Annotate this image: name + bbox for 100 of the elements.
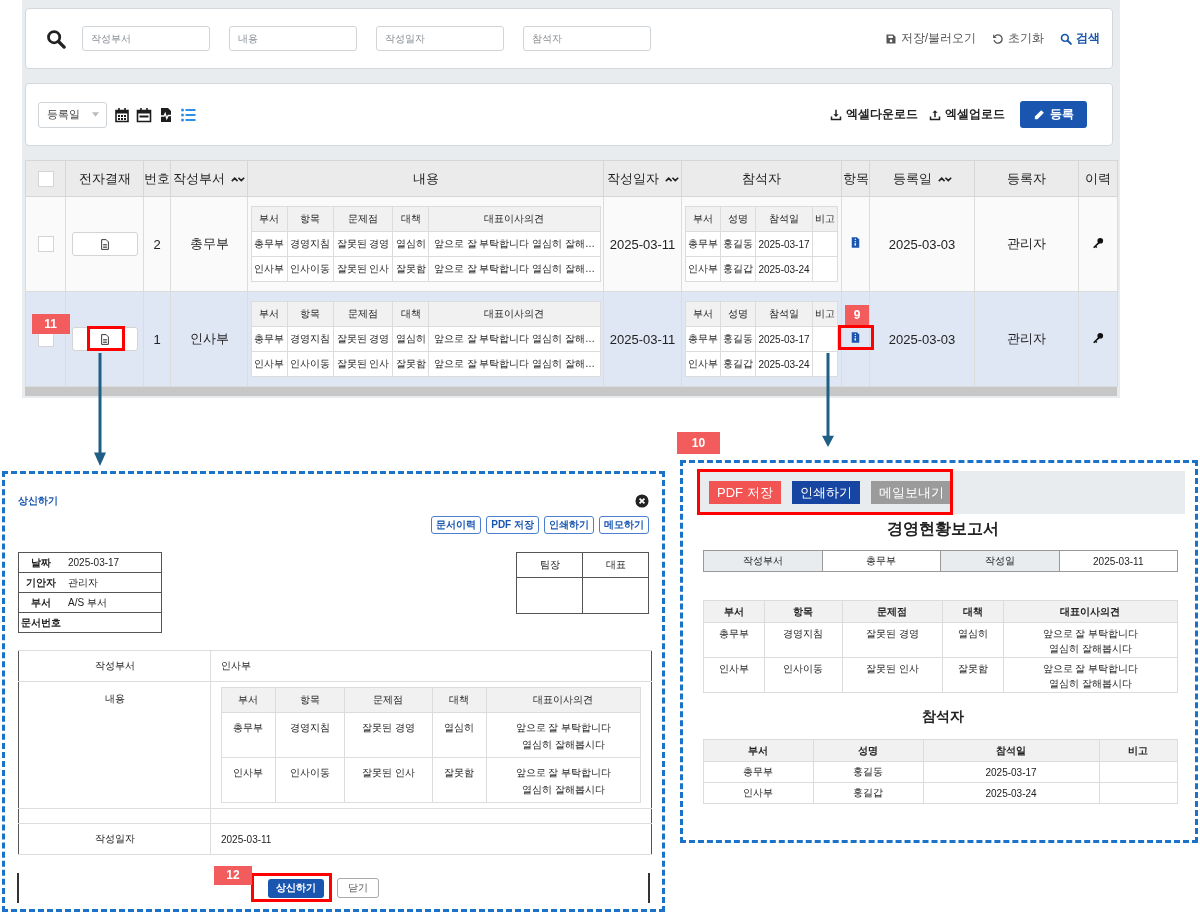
key-icon[interactable] — [1092, 236, 1104, 249]
column-header: 부서 — [251, 301, 288, 327]
date-filter-select[interactable]: 등록일 — [38, 101, 107, 128]
table-cell: 총무부 — [703, 761, 814, 783]
dialog-button[interactable]: 메모하기 — [599, 516, 649, 534]
callout-badge: 10 — [677, 432, 720, 454]
table-cell: 1 — [143, 291, 171, 387]
table-cell: 총무부 — [685, 231, 721, 257]
table-cell: 잘못함 — [942, 657, 1004, 693]
table-cell: 인사이동 — [764, 657, 843, 693]
dialog-button[interactable]: 인쇄하기 — [544, 516, 594, 534]
register-button[interactable]: 등록 — [1020, 101, 1087, 128]
file-icon[interactable] — [851, 331, 860, 344]
column-header: 내용 — [247, 160, 604, 197]
excel-download-button[interactable]: 엑셀다운로드 — [830, 107, 918, 122]
column-header: 대책 — [432, 687, 487, 713]
search-field[interactable]: 참석자 — [523, 26, 651, 51]
column-header: 부서 — [685, 301, 721, 327]
column-header: 번호 — [143, 160, 171, 197]
column-header: 부서 — [251, 206, 288, 232]
table-cell: 총무부 — [251, 231, 288, 257]
table-cell: 앞으로 잘 부탁합니다 열심히 잘해… — [428, 256, 600, 282]
column-header: 참석일 — [923, 739, 1100, 762]
callout-badge: 9 — [845, 305, 869, 325]
key-icon[interactable] — [1092, 331, 1104, 344]
column-header: 대책 — [942, 600, 1004, 623]
field-value: A/S 부서 — [62, 592, 162, 613]
table-cell: 앞으로 잘 부탁합니다 열심히 잘해봅시다 — [486, 757, 641, 803]
table-cell: 인사부 — [703, 657, 765, 693]
table-cell: 잘못된 인사 — [344, 757, 433, 803]
reset-icon — [992, 32, 1004, 45]
search-field[interactable]: 내용 — [229, 26, 357, 51]
calendar-icon[interactable] — [114, 106, 130, 123]
header-checkbox[interactable] — [37, 170, 54, 187]
table-cell: 앞으로 잘 부탁합니다 열심히 잘해… — [428, 326, 600, 352]
caret-icon — [92, 112, 99, 117]
dialog-button[interactable]: PDF 저장 — [486, 516, 539, 534]
sort-icon[interactable] — [231, 175, 245, 184]
section-title: 참석자 — [920, 708, 965, 726]
table-cell: 2025-03-11 — [603, 196, 682, 292]
table-row[interactable]: 2 총무부 부서 항목 문제점 대책 대표이사의견 총무부 경영지침 잘못된 경영 열심히 앞으로 잘 부탁합니다 열심히 잘해… 인사부 인사이동 잘못된 인사 잘못함 앞으로 잘 부탁합니다 열심히 잘해… 2025-03-11 부서 성명 참석일 비고 총무부 홍길동 2025-03-17 인사부 홍길갑 2025-03-24 2025-03-03 관리자 — [25, 196, 1118, 292]
file-icon[interactable] — [851, 236, 860, 249]
search-icon[interactable] — [46, 28, 66, 49]
highlight-frame — [838, 325, 874, 350]
column-header: 참석일 — [755, 206, 813, 232]
table-cell: 인사부 — [221, 757, 276, 803]
table-cell: 총무부 — [221, 712, 276, 758]
table-cell: 경영지침 — [275, 712, 345, 758]
column-header: 항목 — [287, 301, 334, 327]
file-chart-icon[interactable] — [158, 106, 174, 123]
excel-upload-button[interactable]: 엑셀업로드 — [929, 107, 1005, 122]
column-header: 대표이사의견 — [428, 301, 600, 327]
close-button[interactable]: 닫기 — [337, 878, 379, 898]
field-value: 2025-03-17 — [62, 552, 162, 573]
search-button[interactable]: 검색 — [1060, 30, 1100, 47]
table-cell: 2025-03-03 — [869, 196, 975, 292]
field-value: 총무부 — [822, 550, 941, 572]
search-field[interactable]: 작성부서 — [82, 26, 210, 51]
column-header: 성명 — [720, 301, 756, 327]
dialog-button[interactable]: 문서이력 — [431, 516, 482, 534]
column-header: 비고 — [812, 206, 838, 232]
pencil-icon — [1033, 108, 1045, 121]
column-header: 부서 — [703, 739, 814, 762]
reset-button[interactable]: 초기화 — [992, 30, 1044, 47]
sort-icon[interactable] — [664, 175, 679, 184]
select-value: 등록일 — [47, 107, 80, 122]
table-cell: 2 — [143, 196, 171, 292]
column-header: 부서 — [703, 600, 765, 623]
submit-button[interactable]: 상신하기 — [268, 878, 324, 898]
field-label: 문서번호 — [18, 612, 62, 633]
column-header: 참석자 — [681, 160, 842, 197]
column-header: 팀장 — [516, 552, 583, 578]
horizontal-scrollbar[interactable] — [25, 387, 1117, 396]
callout-badge: 11 — [31, 314, 70, 334]
download-icon — [830, 108, 842, 121]
sort-icon[interactable] — [937, 175, 952, 184]
save-load-button[interactable]: 저장/불러오기 — [884, 30, 976, 47]
column-header: 항목 — [275, 687, 345, 713]
field-label: 날짜 — [18, 552, 62, 573]
column-header[interactable]: 등록일 — [892, 170, 932, 186]
calendar-week-icon[interactable] — [136, 106, 152, 123]
print-button[interactable]: 인쇄하기 — [791, 481, 860, 504]
close-icon[interactable] — [635, 494, 649, 508]
signature-cell[interactable] — [516, 577, 583, 614]
column-header: 항목 — [764, 600, 843, 623]
table-cell: 인사부 — [251, 351, 288, 377]
search-icon — [1060, 32, 1072, 45]
table-cell: 관리자 — [974, 196, 1079, 292]
table-cell: 인사부 — [703, 782, 814, 804]
signature-cell[interactable] — [582, 577, 649, 614]
table-cell: 인사부 — [685, 256, 721, 282]
list-icon[interactable] — [180, 106, 196, 123]
column-header: 문제점 — [842, 600, 943, 623]
table-row[interactable]: 11 1 인사부 부서 항목 문제점 대책 대표이사의견 총무부 경영지침 잘못된 경영 열심히 앞으로 잘 부탁합니다 열심히 잘해… 인사부 인사이동 잘못된 인사 잘못함 앞으로 잘 부탁합니다 열심히 잘해… 2025-03-11 부서 성명 참석일 비고 총무부 홍길동 2025-03-17 인사부 홍길갑 2025-03-24 9 2025-03-03 관리자 — [25, 291, 1118, 387]
row-checkbox[interactable] — [37, 236, 54, 253]
document-icon — [98, 237, 111, 251]
approval-button[interactable] — [71, 232, 138, 256]
search-field[interactable]: 작성일자 — [376, 26, 504, 51]
column-header: 등록자 — [974, 160, 1079, 197]
table-cell: 잘못된 인사 — [842, 657, 943, 693]
